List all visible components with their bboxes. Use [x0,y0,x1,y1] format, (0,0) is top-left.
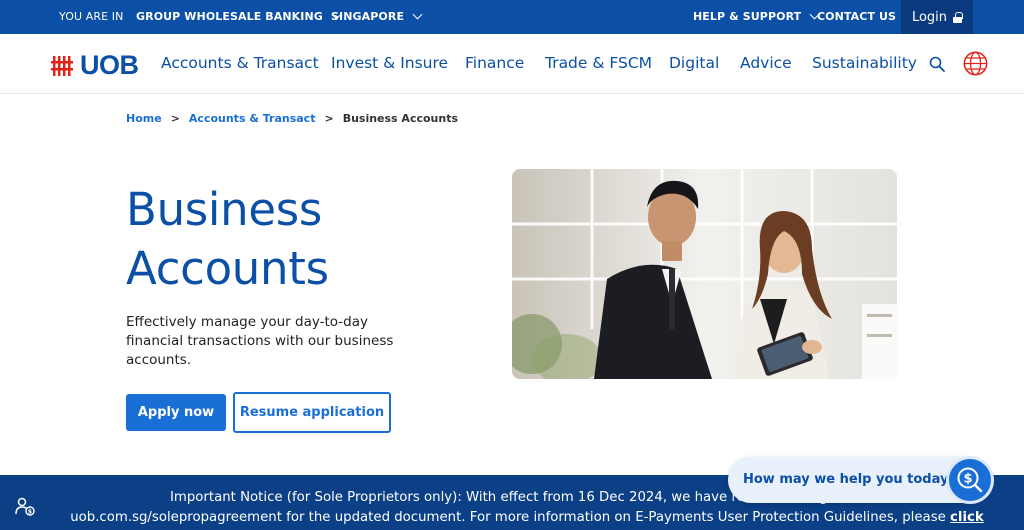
nav-accounts-transact[interactable]: Accounts & Transact [161,54,319,72]
contact-us-link[interactable]: CONTACT US [817,10,896,23]
breadcrumb-current: Business Accounts [342,112,459,125]
nav-advice[interactable]: Advice [740,54,792,72]
chat-assistant-button[interactable]: $ [946,456,994,504]
breadcrumb-separator: > [324,112,334,125]
apply-now-button[interactable]: Apply now [126,394,226,431]
page-title-line-1: Business [126,183,323,236]
login-label: Login [911,9,948,25]
segment-selector[interactable]: GROUP WHOLESALE BANKING [136,9,342,23]
uob-logo-text: UOB [80,50,139,80]
resume-application-button[interactable]: Resume application [233,392,391,433]
nav-finance[interactable]: Finance [465,54,524,72]
search-icon[interactable] [929,56,945,72]
login-button[interactable]: Login [901,0,973,34]
uob-logo-mark-icon [51,55,73,76]
page-title: Business Accounts [126,180,329,298]
svg-text:$: $ [28,508,32,515]
top-utility-bar: YOU ARE IN GROUP WHOLESALE BANKING SINGA… [0,0,1024,34]
svg-text:$: $ [963,472,972,487]
breadcrumb-home[interactable]: Home [126,112,162,125]
nav-sustainability[interactable]: Sustainability [812,54,917,72]
nav-invest-insure[interactable]: Invest & Insure [331,54,448,72]
breadcrumb-accounts-transact[interactable]: Accounts & Transact [189,112,316,125]
main-navigation: UOB Accounts & Transact Invest & Insure … [0,34,1024,94]
breadcrumb: Home > Accounts & Transact > Business Ac… [126,112,458,125]
chat-prompt-label: How may we help you today? [743,472,957,487]
hero-description: Effectively manage your day-to-day finan… [126,314,394,368]
lock-icon [953,12,963,23]
segment-label: GROUP WHOLESALE BANKING [136,10,323,23]
chevron-down-icon [412,9,423,20]
country-label: SINGAPORE [331,10,405,23]
nav-digital[interactable]: Digital [669,54,719,72]
page-title-line-2: Accounts [126,242,329,295]
chat-dollar-search-icon: $ [957,467,983,493]
help-support-menu[interactable]: HELP & SUPPORT [693,9,820,23]
breadcrumb-separator: > [170,112,180,125]
nav-trade-fscm[interactable]: Trade & FSCM [545,54,652,72]
you-are-in-label: YOU ARE IN [59,10,124,23]
uob-logo[interactable]: UOB [51,50,139,81]
person-dollar-icon: $ [15,497,35,516]
globe-icon[interactable] [963,51,988,76]
country-selector[interactable]: SINGAPORE [331,9,423,23]
hero-image-business-people [512,169,897,379]
notice-line-2: uob.com.sg/solepropagreement for the upd… [70,509,946,525]
help-support-label: HELP & SUPPORT [693,10,802,23]
contact-us-label: CONTACT US [817,10,897,23]
